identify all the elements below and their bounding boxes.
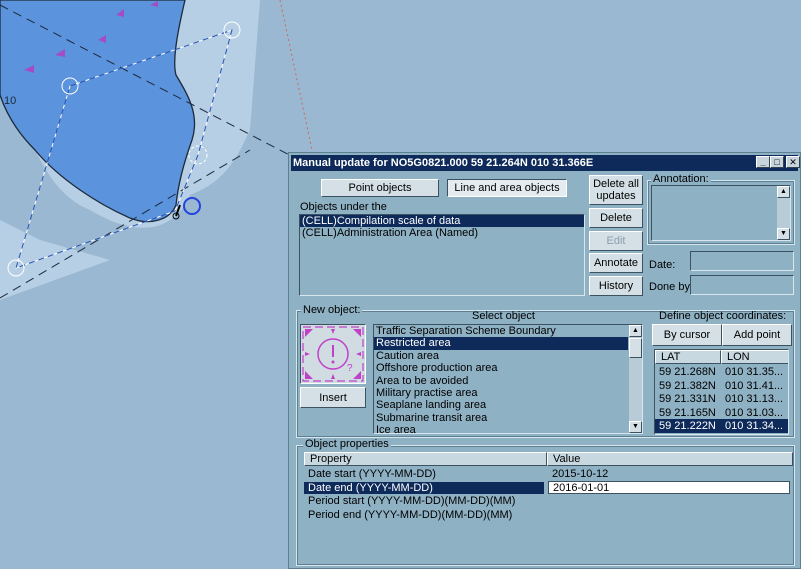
lon-cell: 010 31.03... xyxy=(725,406,784,419)
property-cell: Date end (YYYY-MM-DD) xyxy=(304,481,544,494)
svg-text:?: ? xyxy=(347,363,353,374)
property-cell: Date start (YYYY-MM-DD) xyxy=(308,468,436,480)
annotation-scrollbar[interactable]: ▲ ▼ xyxy=(777,186,790,240)
table-row[interactable]: 59 21.382N 010 31.41... xyxy=(655,379,788,393)
minimize-button[interactable]: _ xyxy=(756,156,770,168)
lat-cell: 59 21.222N xyxy=(659,420,716,433)
depth-label: 10 xyxy=(4,95,16,107)
lat-column-header[interactable]: LAT xyxy=(655,350,721,364)
object-type-list[interactable]: Traffic Separation Scheme Boundary Restri… xyxy=(373,324,643,434)
table-row[interactable]: 59 21.331N 010 31.13... xyxy=(655,392,788,406)
list-item[interactable]: Offshore production area xyxy=(374,362,628,374)
list-item[interactable]: Ice area xyxy=(374,424,628,433)
scroll-down-icon[interactable]: ▼ xyxy=(629,421,642,433)
date-label: Date: xyxy=(649,259,676,271)
list-item[interactable]: Restricted area xyxy=(374,337,628,350)
lon-cell: 010 31.13... xyxy=(725,393,784,406)
table-row[interactable]: Period start (YYYY-MM-DD)(MM-DD)(MM) xyxy=(304,495,794,509)
dialog-title: Manual update for NO5G0821.000 59 21.264… xyxy=(293,157,594,169)
close-button[interactable]: ✕ xyxy=(786,156,800,168)
dialog-title-bar[interactable]: Manual update for NO5G0821.000 59 21.264… xyxy=(291,155,800,171)
edit-button[interactable]: Edit xyxy=(589,231,643,251)
list-item[interactable]: Traffic Separation Scheme Boundary xyxy=(374,325,628,337)
objects-under-label: Objects under the xyxy=(300,201,387,213)
new-object-label: New object: xyxy=(301,304,363,316)
table-row[interactable]: 59 21.268N 010 31.35... xyxy=(655,365,788,379)
delete-button[interactable]: Delete xyxy=(589,208,643,228)
table-row[interactable]: 59 21.222N 010 31.34... xyxy=(655,419,788,433)
table-row[interactable]: Date start (YYYY-MM-DD) 2015-10-12 xyxy=(304,468,794,482)
list-item[interactable]: Seaplane landing area xyxy=(374,399,628,411)
coordinate-list[interactable]: LAT LON 59 21.268N 010 31.35... 59 21.382N… xyxy=(654,349,789,435)
property-column-header[interactable]: Property xyxy=(304,452,547,466)
annotation-label: Annotation: xyxy=(651,173,711,185)
table-row[interactable]: Date end (YYYY-MM-DD) 2016-01-01 xyxy=(304,480,794,496)
lat-cell: 59 21.268N xyxy=(659,366,716,378)
value-cell[interactable]: 2016-01-01 xyxy=(548,480,790,494)
lat-cell: 59 21.331N xyxy=(659,393,716,406)
manual-update-dialog: Manual update for NO5G0821.000 59 21.264… xyxy=(288,152,801,569)
insert-button[interactable]: Insert xyxy=(300,387,366,408)
scroll-up-icon[interactable]: ▲ xyxy=(629,325,642,337)
done-by-label: Done by: xyxy=(649,281,694,293)
list-item[interactable]: Caution area xyxy=(374,350,628,362)
date-field[interactable] xyxy=(690,251,794,271)
objects-under-list[interactable]: (CELL)Compilation scale of data (CELL)Adm… xyxy=(299,214,585,296)
list-item[interactable]: Submarine transit area xyxy=(374,412,628,424)
object-type-scrollbar[interactable]: ▲ ▼ xyxy=(629,325,642,433)
value-column-header[interactable]: Value xyxy=(547,452,793,466)
by-cursor-button[interactable]: By cursor xyxy=(652,324,722,346)
scroll-thumb[interactable] xyxy=(629,338,642,358)
property-cell: Period start (YYYY-MM-DD)(MM-DD)(MM) xyxy=(308,495,516,507)
history-button[interactable]: History xyxy=(589,276,643,296)
delete-all-updates-button[interactable]: Delete all updates xyxy=(589,175,643,205)
point-objects-tab[interactable]: Point objects xyxy=(321,179,439,197)
define-coordinates-label: Define object coordinates: xyxy=(659,310,787,322)
table-row[interactable]: 59 21.165N 010 31.03... xyxy=(655,406,788,420)
lon-cell: 010 31.34... xyxy=(725,420,784,433)
list-item[interactable]: Military practise area xyxy=(374,387,628,399)
annotate-button[interactable]: Annotate xyxy=(589,253,643,273)
table-row[interactable]: Period end (YYYY-MM-DD)(MM-DD)(MM) xyxy=(304,509,794,523)
object-properties-label: Object properties xyxy=(303,438,391,450)
line-area-objects-tab[interactable]: Line and area objects xyxy=(447,179,567,197)
list-item[interactable]: (CELL)Administration Area (Named) xyxy=(300,227,584,239)
list-item[interactable]: Area to be avoided xyxy=(374,375,628,387)
lat-cell: 59 21.382N xyxy=(659,379,716,392)
scroll-up-icon[interactable]: ▲ xyxy=(777,186,790,198)
list-item[interactable]: (CELL)Compilation scale of data xyxy=(300,215,584,228)
restricted-area-symbol-icon: ? xyxy=(300,324,366,384)
value-cell[interactable]: 2015-10-12 xyxy=(548,468,790,480)
lon-column-header[interactable]: LON xyxy=(721,350,788,364)
lat-cell: 59 21.165N xyxy=(659,406,716,419)
scroll-down-icon[interactable]: ▼ xyxy=(777,228,790,240)
select-object-label: Select object xyxy=(472,310,535,322)
add-point-button[interactable]: Add point xyxy=(722,324,792,346)
lon-cell: 010 31.41... xyxy=(725,379,784,392)
done-by-field[interactable] xyxy=(690,275,794,295)
maximize-button[interactable]: □ xyxy=(770,156,784,168)
lon-cell: 010 31.35... xyxy=(725,366,784,378)
annotation-text[interactable]: ▲ ▼ xyxy=(651,185,791,241)
property-cell: Period end (YYYY-MM-DD)(MM-DD)(MM) xyxy=(308,508,513,521)
